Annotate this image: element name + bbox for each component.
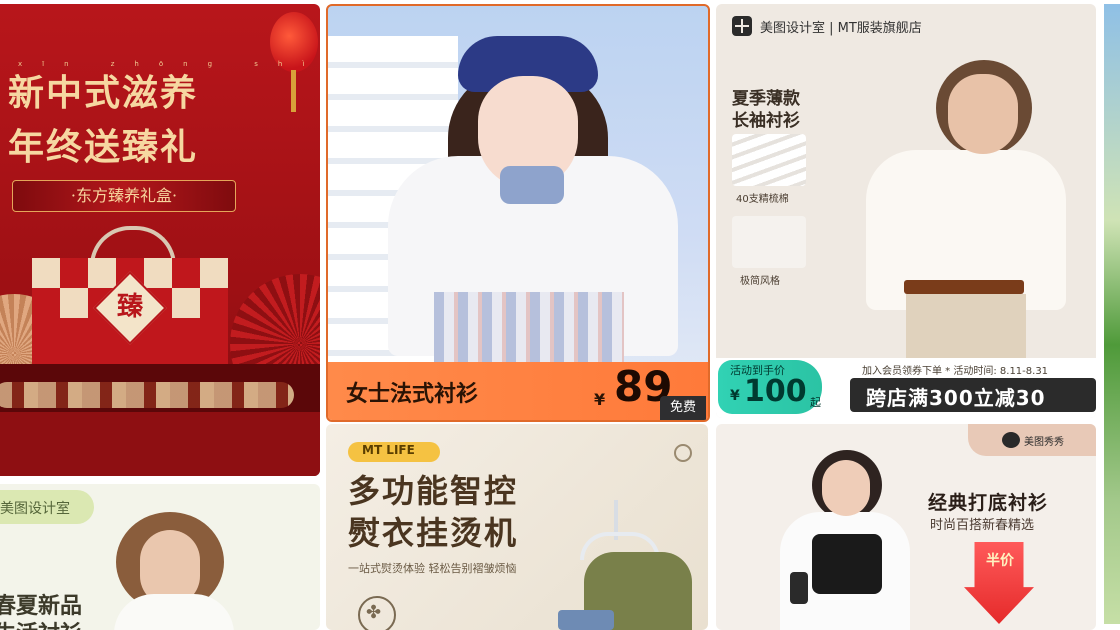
model-belt: [904, 280, 1024, 294]
card-title: 新中式滋养 年终送臻礼: [8, 66, 198, 174]
product-card-garment-steamer[interactable]: MT LIFE 多功能智控 熨衣挂烫机 一站式熨烫体验 轻松告别褶皱烦恼 ✤: [326, 424, 708, 630]
style-swatch-label: 极简风格: [740, 276, 780, 287]
ribbon-label: ·东方臻养礼盒·: [12, 180, 236, 212]
brand-mark-icon: [674, 444, 692, 462]
style-swatch: [732, 216, 806, 268]
card-subtitle: 一站式熨烫体验 轻松告别褶皱烦恼: [348, 562, 517, 575]
brand-label: 美图秀秀: [1024, 437, 1064, 448]
card-subtitle: 时尚百搭新春精选: [930, 518, 1035, 533]
model-pants: [906, 294, 1026, 364]
model-face: [822, 460, 870, 516]
headline-line-2: 熨衣挂烫机: [348, 514, 519, 552]
headline-line-1: 夏季薄款: [732, 89, 800, 109]
headline-line-1: 多功能智控: [348, 472, 519, 510]
title-line-1: 新中式滋养: [8, 72, 199, 114]
half-price-label: 半价: [986, 553, 1014, 569]
meitu-logo-icon: [732, 16, 752, 36]
price-pill-value: 100: [744, 374, 807, 409]
price-pill-currency: ¥: [730, 388, 740, 404]
brand-label: 美图设计室 | MT服装旗舰店: [760, 21, 922, 36]
headline-line-2: 长袖衬衫: [732, 111, 800, 131]
promo-text: 跨店满300立减30: [866, 386, 1046, 410]
bow-tie: [500, 166, 564, 204]
model-shirt: [114, 594, 234, 630]
product-card-spring-shirt[interactable]: 美图设计室 春夏新品 生活衬衫: [0, 484, 320, 630]
title-line-2: 年终送臻礼: [8, 126, 199, 168]
free-badge: 免费: [660, 396, 706, 420]
model-vest: [812, 534, 882, 594]
display-stage-base: [0, 412, 320, 476]
product-card-base-shirt[interactable]: 美图秀秀 经典打底衬衫 时尚百搭新春精选 半价: [716, 424, 1096, 630]
card-headline: 多功能智控 熨衣挂烫机: [348, 470, 518, 554]
box-emblem-char: 臻: [116, 292, 143, 322]
currency-symbol: ¥: [594, 390, 606, 409]
fabric-swatch: [732, 134, 806, 186]
product-name: 女士法式衬衫: [346, 382, 479, 407]
product-card-partial-right[interactable]: [1104, 4, 1120, 624]
herbs-decoration: [0, 382, 294, 408]
product-card-gift-box[interactable]: xīn zhōng shì zī yǎng 新中式滋养 年终送臻礼 ·东方臻养礼…: [0, 4, 320, 476]
card-headline: 夏季薄款 长袖衬衫: [732, 88, 800, 132]
card-headline-line-2: 生活衬衫: [0, 616, 82, 630]
meitu-xiuxiu-logo-icon: [1002, 432, 1020, 448]
folded-clothes: [558, 610, 614, 630]
brand-tag-label: 美图设计室: [0, 501, 70, 517]
fan-icon-glyph: ✤: [366, 602, 382, 623]
fabric-swatch-label: 40支精梳棉: [736, 194, 789, 205]
mt-life-badge-label: MT LIFE: [362, 443, 415, 457]
model-face: [948, 74, 1018, 154]
product-card-french-shirt[interactable]: 女士法式衬衫 ¥ 89 免费: [326, 4, 710, 422]
promo-info: 加入会员领券下单 * 活动时间: 8.11-8.31: [862, 366, 1049, 377]
lantern-tassel: [291, 70, 296, 112]
price-pill-suffix: 起: [810, 396, 821, 409]
card-headline: 经典打底衬衫: [928, 492, 1049, 514]
product-card-summer-shirt[interactable]: 美图设计室 | MT服装旗舰店 夏季薄款 长袖衬衫 40支精梳棉 极简风格 活动…: [716, 4, 1096, 418]
model-bag: [790, 572, 808, 604]
